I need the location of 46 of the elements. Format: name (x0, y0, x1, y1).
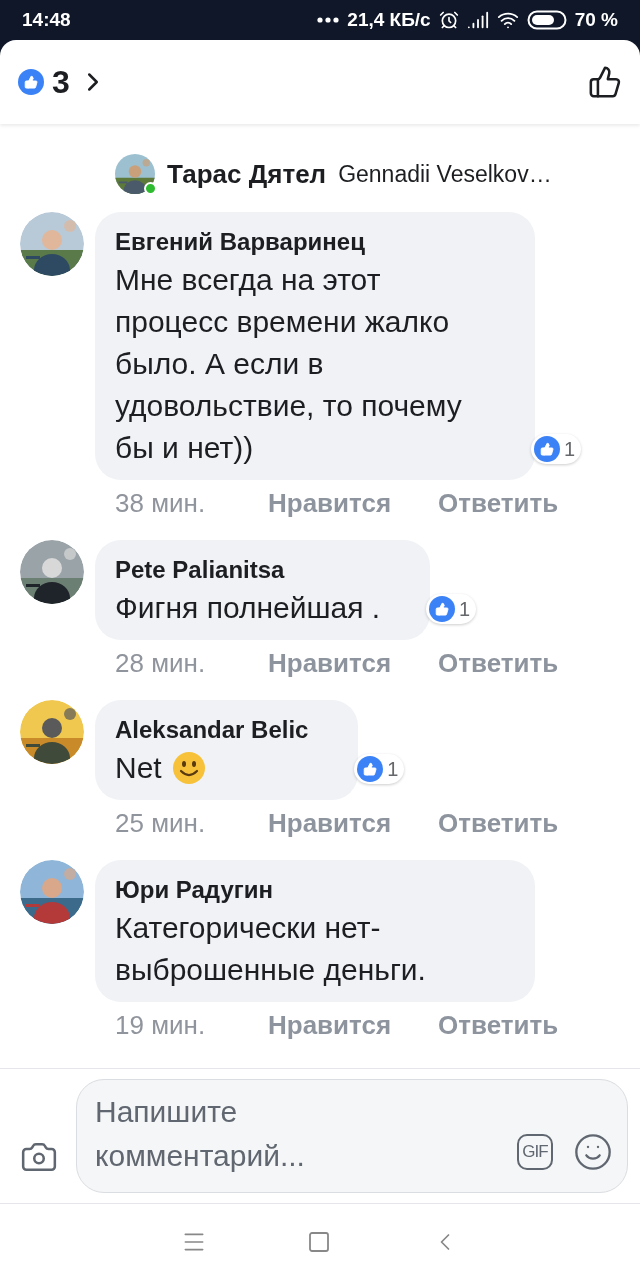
comment-text: Мне всегда на этот процесс времени жалко было. А если в удовольствие, то почему бы и нет)) (115, 262, 463, 466)
comment-text: Net (115, 750, 162, 786)
reaction-badge-count: 1 (387, 757, 399, 781)
comment-time: 25 мин. (115, 807, 207, 839)
comment-text: Фигня полнейшая . (115, 590, 381, 626)
like-icon (357, 756, 384, 782)
more-dots-icon (317, 17, 340, 23)
reaction-badge[interactable]: 1 (354, 754, 405, 784)
reaction-badge[interactable]: 1 (530, 434, 581, 464)
reaction-count: 3 (52, 63, 70, 101)
like-icon (18, 69, 44, 95)
reply-link[interactable]: Ответить (438, 487, 559, 519)
comment-author[interactable]: Юри Радугин (115, 873, 485, 907)
reply-author[interactable]: Тарас Дятел (167, 158, 327, 190)
comment-input-field[interactable]: Напишите комментарий... GIF (76, 1079, 628, 1193)
smiley-icon (171, 751, 206, 785)
like-link[interactable]: Нравится (268, 807, 392, 839)
reaction-badge[interactable]: 1 (426, 594, 477, 624)
reaction-badge-count: 1 (563, 437, 575, 461)
like-link[interactable]: Нравится (268, 1009, 392, 1041)
signal-icon (466, 9, 489, 31)
network-speed: 21,4 КБ/с (347, 9, 431, 31)
reaction-badge-count: 1 (459, 597, 471, 621)
comment-author[interactable]: Aleksandar Belic (115, 713, 309, 747)
status-time: 14:48 (22, 9, 71, 31)
comment-time: 28 мин. (115, 647, 207, 679)
reply-link[interactable]: Ответить (438, 1009, 559, 1041)
alarm-icon (438, 10, 459, 30)
comment-time: 19 мин. (115, 1009, 207, 1041)
reply-link[interactable]: Ответить (438, 647, 559, 679)
reply-link[interactable]: Ответить (438, 807, 559, 839)
battery-level: 70 % (574, 9, 618, 31)
comment-time: 38 мин. (115, 487, 207, 519)
like-link[interactable]: Нравится (268, 647, 392, 679)
smiley-icon[interactable] (573, 1132, 613, 1172)
gif-button[interactable]: GIF (517, 1134, 553, 1170)
like-link[interactable]: Нравится (268, 487, 392, 519)
home-icon[interactable] (307, 1230, 331, 1254)
like-icon (533, 436, 560, 462)
comment-author[interactable]: Pete Palianitsa (115, 553, 381, 587)
thumbs-up-icon[interactable] (588, 65, 622, 99)
reply-preview-text: Gennadii Veselkov… (338, 160, 552, 188)
comment-text: Категорически нет-выброшенные деньги. (115, 910, 427, 988)
comment-author[interactable]: Евгений Варваринец (115, 225, 485, 259)
battery-icon (526, 10, 567, 30)
like-icon (429, 596, 455, 622)
